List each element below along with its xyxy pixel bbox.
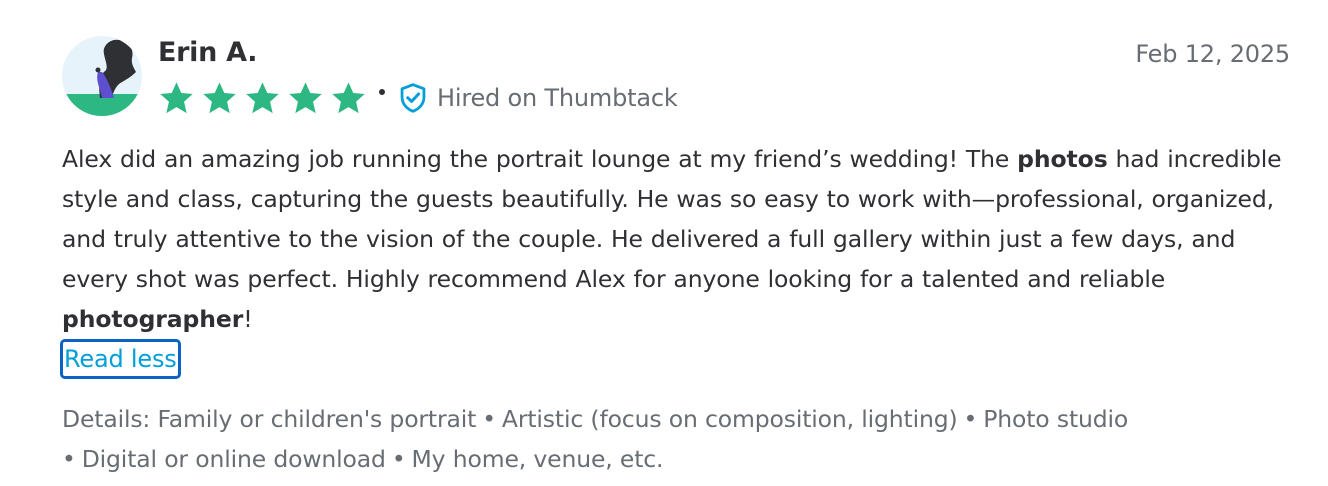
details-prefix: Details:	[62, 405, 151, 433]
details-item: Artistic (focus on composition, lighting…	[501, 405, 958, 433]
details-item: Digital or online download	[81, 445, 386, 473]
review-text-segment: Alex did an amazing job running the port…	[62, 145, 1018, 173]
review-date: Feb 12, 2025	[1135, 40, 1290, 68]
review-text-bold: photographer	[62, 305, 244, 333]
bullet-separator: •	[62, 445, 76, 473]
review-card: Erin A. Feb 12, 2025 Hired on Thumbtack …	[60, 36, 1290, 479]
hired-badge: Hired on Thumbtack	[399, 83, 678, 113]
bullet-separator: •	[482, 405, 496, 433]
review-text: Alex did an amazing job running the port…	[62, 139, 1290, 339]
details-item: Family or children's portrait	[157, 405, 477, 433]
reviewer-name: Erin A.	[158, 37, 258, 68]
star-icon	[160, 81, 193, 113]
star-icon	[203, 81, 236, 113]
hired-label: Hired on Thumbtack	[437, 84, 678, 112]
star-rating	[158, 80, 367, 117]
details-item: Photo studio	[983, 405, 1129, 433]
star-icon	[246, 81, 279, 113]
job-details: Details: Family or children's portrait • A…	[62, 399, 1290, 479]
star-icon	[289, 81, 322, 113]
review-text-bold: photos	[1017, 145, 1108, 173]
separator-dot	[379, 89, 385, 95]
bullet-separator: •	[963, 405, 978, 433]
star-icon	[332, 81, 365, 113]
review-header: Erin A. Feb 12, 2025 Hired on Thumbtack	[62, 36, 1290, 124]
person-silhouette-avatar-icon	[62, 36, 142, 116]
bullet-separator: •	[391, 445, 406, 473]
review-text-segment: !	[243, 305, 253, 333]
details-item: My home, venue, etc.	[411, 445, 664, 473]
rating-row: Hired on Thumbtack	[158, 78, 678, 118]
shield-check-icon	[400, 83, 426, 113]
read-less-link[interactable]: Read less	[60, 339, 181, 379]
